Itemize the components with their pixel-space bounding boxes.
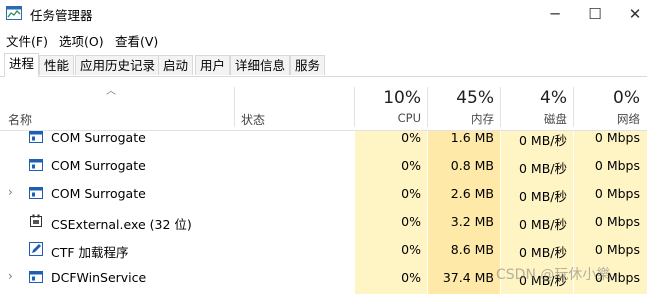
table-row[interactable]: CTF 加载程序 0% 8.6 MB 0 MB/秒 0 Mbps bbox=[0, 235, 647, 263]
disk-value: 0 MB/秒 bbox=[519, 189, 567, 204]
expand-chevron-icon[interactable]: › bbox=[8, 185, 13, 199]
sort-caret-icon[interactable]: ︿ bbox=[106, 82, 116, 97]
cpu-value: 0% bbox=[401, 158, 421, 173]
process-name: CTF 加载程序 bbox=[51, 245, 129, 260]
tab-startup[interactable]: 启动 bbox=[158, 55, 194, 75]
window-icon bbox=[29, 158, 43, 172]
pen-icon bbox=[29, 242, 43, 256]
window-title: 任务管理器 bbox=[30, 8, 93, 23]
window-icon bbox=[29, 130, 43, 144]
disk-total-percent[interactable]: 4% bbox=[540, 88, 567, 108]
memory-value: 8.6 MB bbox=[450, 242, 494, 257]
cpu-value: 0% bbox=[401, 130, 421, 145]
title-bar: 任务管理器 ─ ☐ ✕ bbox=[0, 0, 647, 28]
memory-value: 1.6 MB bbox=[450, 130, 494, 145]
tab-users[interactable]: 用户 bbox=[195, 55, 231, 75]
process-name: CSExternal.exe (32 位) bbox=[51, 217, 192, 232]
tab-services[interactable]: 服务 bbox=[290, 55, 326, 75]
tab-app-history[interactable]: 应用历史记录 bbox=[75, 55, 161, 75]
task-manager-icon bbox=[6, 6, 22, 20]
process-name: DCFWinService bbox=[51, 270, 147, 285]
process-name: COM Surrogate bbox=[51, 130, 146, 145]
memory-value: 2.6 MB bbox=[450, 186, 494, 201]
window-icon bbox=[29, 186, 43, 200]
window-icon bbox=[29, 270, 43, 284]
table-row[interactable]: CSExternal.exe (32 位) 0% 3.2 MB 0 MB/秒 0 Mbp… bbox=[0, 207, 647, 235]
network-value: 0 Mbps bbox=[594, 130, 640, 145]
disk-value: 0 MB/秒 bbox=[519, 133, 567, 148]
disk-value: 0 MB/秒 bbox=[519, 217, 567, 232]
table-row[interactable]: › COM Surrogate 0% 2.6 MB 0 MB/秒 0 Mbps bbox=[0, 179, 647, 207]
network-value: 0 Mbps bbox=[594, 214, 640, 229]
cpu-value: 0% bbox=[401, 214, 421, 229]
app-exe-icon bbox=[29, 214, 43, 228]
cpu-value: 0% bbox=[401, 242, 421, 257]
memory-value: 0.8 MB bbox=[450, 158, 494, 173]
network-value: 0 Mbps bbox=[594, 242, 640, 257]
network-value: 0 Mbps bbox=[594, 186, 640, 201]
menu-file[interactable]: 文件(F) bbox=[6, 31, 48, 50]
tab-processes[interactable]: 进程 bbox=[4, 53, 40, 77]
network-total-percent[interactable]: 0% bbox=[613, 88, 640, 108]
menu-options[interactable]: 选项(O) bbox=[59, 31, 104, 50]
column-divider[interactable] bbox=[500, 87, 501, 127]
memory-value: 37.4 MB bbox=[442, 270, 494, 285]
watermark-text: CSDN @玩休小樂 bbox=[496, 267, 611, 283]
tab-performance[interactable]: 性能 bbox=[39, 55, 75, 75]
tab-details[interactable]: 详细信息 bbox=[230, 55, 291, 75]
cpu-value: 0% bbox=[401, 270, 421, 285]
table-row[interactable]: COM Surrogate 0% 1.6 MB 0 MB/秒 0 Mbps bbox=[0, 123, 647, 151]
table-row[interactable]: COM Surrogate 0% 0.8 MB 0 MB/秒 0 Mbps bbox=[0, 151, 647, 179]
network-value: 0 Mbps bbox=[594, 158, 640, 173]
menu-view[interactable]: 查看(V) bbox=[115, 31, 158, 50]
process-name: COM Surrogate bbox=[51, 186, 146, 201]
close-button[interactable]: ✕ bbox=[612, 0, 647, 28]
column-divider[interactable] bbox=[573, 87, 574, 127]
cpu-total-percent[interactable]: 10% bbox=[383, 88, 421, 108]
memory-value: 3.2 MB bbox=[450, 214, 494, 229]
expand-chevron-icon[interactable]: › bbox=[8, 269, 13, 283]
column-divider[interactable] bbox=[234, 87, 235, 127]
disk-value: 0 MB/秒 bbox=[519, 161, 567, 176]
process-name: COM Surrogate bbox=[51, 158, 146, 173]
column-divider[interactable] bbox=[427, 87, 428, 127]
cpu-value: 0% bbox=[401, 186, 421, 201]
column-divider[interactable] bbox=[354, 87, 355, 127]
disk-value: 0 MB/秒 bbox=[519, 245, 567, 260]
tab-bar: 进程 性能 应用历史记录 启动 用户 详细信息 服务 bbox=[0, 53, 647, 77]
memory-total-percent[interactable]: 45% bbox=[456, 88, 494, 108]
